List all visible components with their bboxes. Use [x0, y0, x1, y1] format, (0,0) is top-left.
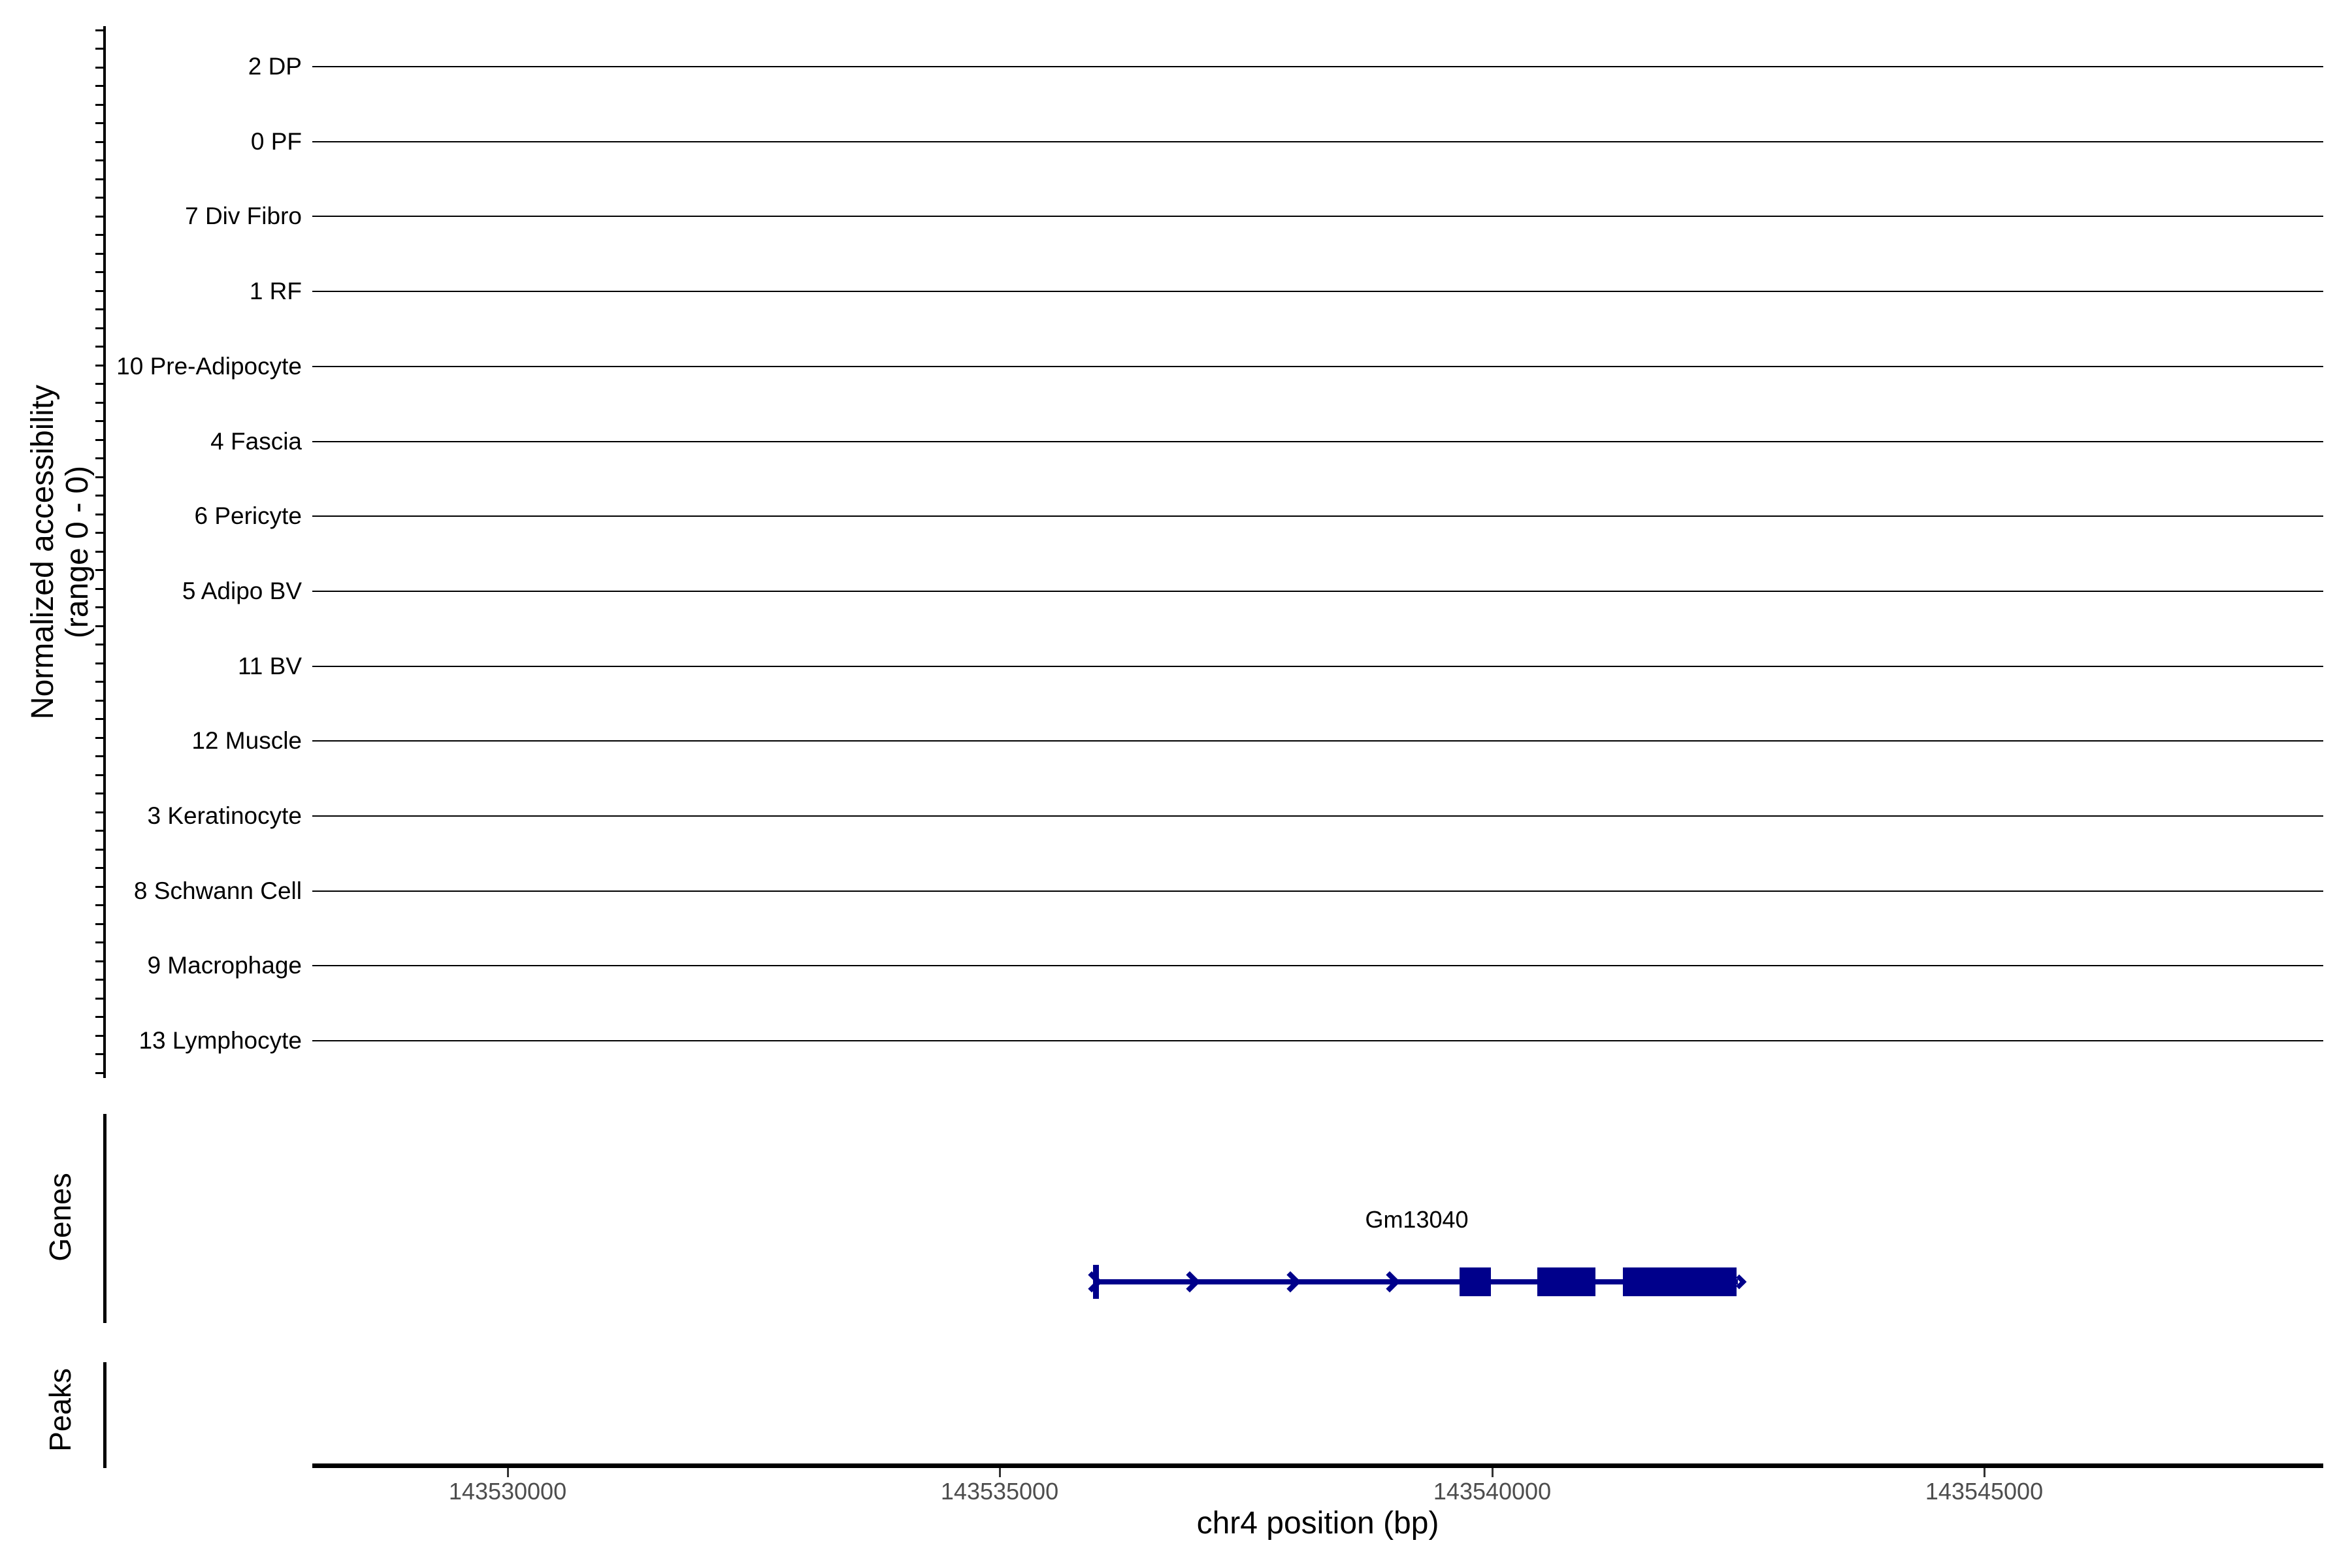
y-axis-tick: [95, 1016, 103, 1018]
y-axis-tick: [95, 476, 103, 478]
y-axis-tick: [95, 48, 103, 50]
y-axis-tick: [95, 197, 103, 199]
y-axis-tick: [95, 774, 103, 776]
x-axis-tick: [1984, 1468, 1985, 1477]
x-axis-tick: [1492, 1468, 1494, 1477]
y-axis-tick: [95, 122, 103, 124]
track-label: 12 Muscle: [0, 725, 302, 757]
coverage-plot-figure: Normalized accessibility (range 0 - 0) 2…: [0, 0, 2352, 1568]
x-tick-label: 143545000: [1925, 1478, 2043, 1505]
track-label: 4 Fascia: [0, 426, 302, 457]
gene-exon: [1623, 1267, 1737, 1296]
y-axis-tick: [95, 718, 103, 720]
y-axis-tick: [95, 551, 103, 553]
x-axis-tick: [999, 1468, 1001, 1477]
track-label: 7 Div Fibro: [0, 201, 302, 232]
y-axis-tick: [95, 383, 103, 385]
track-label: 8 Schwann Cell: [0, 875, 302, 907]
y-axis-tick: [95, 253, 103, 255]
gene-exon: [1460, 1267, 1490, 1296]
y-axis-tick: [95, 867, 103, 869]
y-axis-tick: [95, 849, 103, 851]
y-axis-tick: [95, 29, 103, 31]
y-axis-tick: [95, 159, 103, 161]
gene-direction-arrow: [1179, 1271, 1201, 1293]
track-label: 5 Adipo BV: [0, 576, 302, 607]
track-baseline: [312, 291, 2323, 292]
y-axis-tick: [95, 644, 103, 645]
track-baseline: [312, 815, 2323, 817]
gene-label: Gm13040: [1365, 1206, 1468, 1233]
x-axis-title: chr4 position (bp): [1197, 1505, 1439, 1541]
track-baseline: [312, 965, 2323, 966]
y-axis-tick: [95, 569, 103, 571]
track-label: 0 PF: [0, 126, 302, 157]
y-axis-tick: [95, 178, 103, 180]
y-axis-tick: [95, 346, 103, 348]
y-axis-tick: [95, 85, 103, 87]
y-axis-tick: [95, 495, 103, 497]
y-axis-tick: [95, 327, 103, 329]
y-axis-tick: [95, 420, 103, 422]
y-axis-tick: [95, 923, 103, 925]
x-tick-label: 143535000: [941, 1478, 1058, 1505]
x-tick-label: 143530000: [449, 1478, 566, 1505]
x-axis-tick: [507, 1468, 509, 1477]
track-baseline: [312, 66, 2323, 67]
x-tick-label: 143540000: [1433, 1478, 1551, 1505]
track-label: 6 Pericyte: [0, 500, 302, 532]
gene-direction-arrow: [1379, 1271, 1401, 1293]
track-baseline: [312, 666, 2323, 667]
track-baseline: [312, 740, 2323, 742]
track-label: 2 DP: [0, 51, 302, 82]
track-label: 13 Lymphocyte: [0, 1025, 302, 1056]
y-axis-tick: [95, 941, 103, 943]
track-label: 1 RF: [0, 276, 302, 307]
track-label: 9 Macrophage: [0, 950, 302, 981]
y-axis-tick: [95, 234, 103, 236]
gene-exon: [1537, 1267, 1595, 1296]
y-axis-tick: [95, 792, 103, 794]
track-baseline: [312, 141, 2323, 142]
y-axis-tick: [95, 700, 103, 702]
y-axis-tick: [95, 104, 103, 106]
y-axis-tick: [95, 1072, 103, 1074]
peaks-axis-line: [103, 1362, 106, 1468]
y-axis-tick: [95, 402, 103, 404]
gene-direction-arrow: [1280, 1271, 1301, 1293]
y-axis-tick: [95, 998, 103, 1000]
track-label: 11 BV: [0, 651, 302, 682]
genes-axis-line: [103, 1114, 106, 1323]
track-baseline: [312, 1040, 2323, 1041]
track-baseline: [312, 366, 2323, 367]
track-baseline: [312, 441, 2323, 442]
y-axis-tick: [95, 532, 103, 534]
track-label: 10 Pre-Adipocyte: [0, 351, 302, 382]
x-axis-line: [312, 1463, 2323, 1468]
track-baseline: [312, 216, 2323, 217]
y-axis-tick: [95, 271, 103, 273]
peaks-panel-label: Peaks: [42, 1368, 78, 1452]
y-axis-tick: [95, 308, 103, 310]
y-axis-line: [103, 26, 106, 1078]
track-label: 3 Keratinocyte: [0, 800, 302, 832]
track-baseline: [312, 591, 2323, 592]
genes-panel-label: Genes: [42, 1173, 78, 1262]
track-baseline: [312, 890, 2323, 892]
gene-direction-arrow: [1081, 1271, 1102, 1293]
y-axis-tick: [95, 625, 103, 627]
track-baseline: [312, 515, 2323, 517]
y-axis-tick: [95, 457, 103, 459]
